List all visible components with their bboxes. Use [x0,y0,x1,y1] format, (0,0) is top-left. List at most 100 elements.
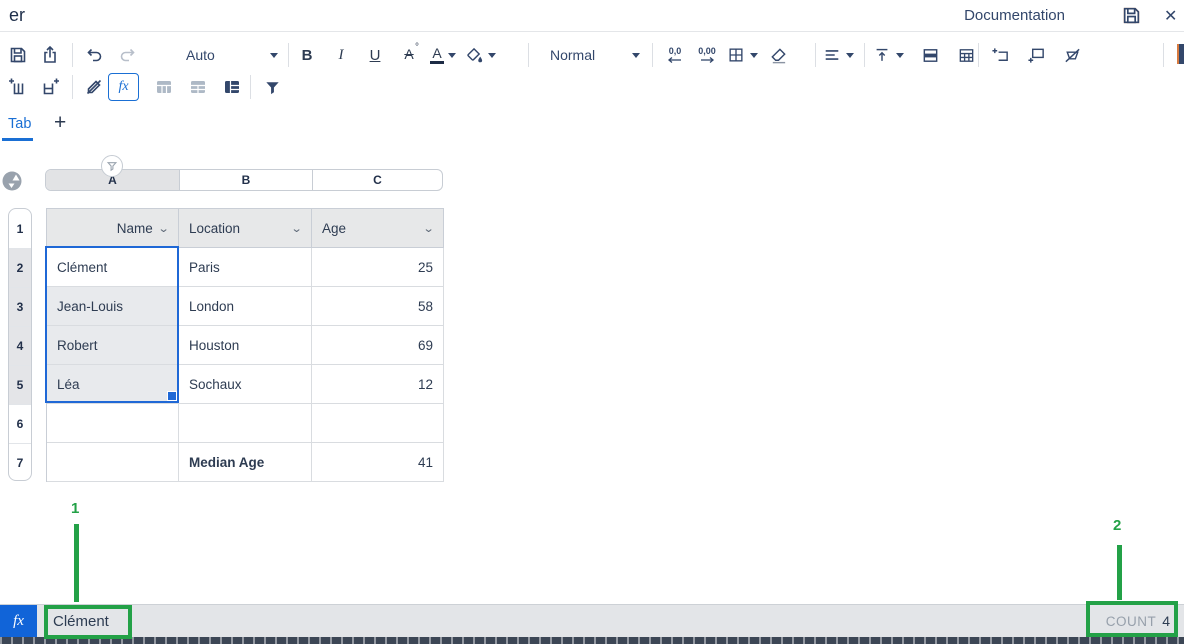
redo-button[interactable] [114,41,142,69]
annotation-1-label: 1 [71,500,79,517]
column-filter-badge[interactable] [101,155,123,177]
cell-c6[interactable] [312,404,444,443]
cell-c7[interactable]: 41 [312,443,444,482]
cell-a7[interactable] [47,443,179,482]
disable-edit-button[interactable] [80,73,108,101]
underline-button[interactable]: U [362,47,388,64]
decrease-decimals-button[interactable]: 0,0 [662,47,688,64]
active-tab-underline [2,138,33,141]
formula-mode-badge[interactable]: fx [0,605,37,637]
save-document-icon[interactable] [1121,5,1142,26]
aggregate-selector[interactable]: COUNT 4 [1106,613,1170,629]
annotation-1-line [74,524,79,602]
text-color-swatch [430,61,444,64]
cell-c3[interactable]: 58 [312,287,444,326]
insert-column-button[interactable] [36,73,64,101]
column-menu-chevron-icon[interactable]: ⌄ [157,222,169,235]
tab-bar: Tab + [0,112,1184,142]
cell-a5[interactable]: Léa [47,365,179,404]
cell-c5[interactable]: 12 [312,365,444,404]
clear-format-button[interactable] [764,41,792,69]
add-tab-button[interactable]: + [54,111,66,135]
insert-row-button[interactable] [4,73,32,101]
vertical-align-button[interactable] [872,40,904,70]
formula-button[interactable]: fx [108,73,139,101]
status-bar: fx Clément COUNT 4 [0,604,1184,637]
clear-cells-button[interactable] [1058,41,1086,69]
cell-b5[interactable]: Sochaux [179,365,312,404]
table-style-header-row-button[interactable] [150,73,178,101]
cell-c4[interactable]: 69 [312,326,444,365]
cell-b3[interactable]: London [179,287,312,326]
table-style-banded-button[interactable] [184,73,212,101]
close-icon[interactable]: ✕ [1164,6,1180,26]
row-header[interactable]: 6 [9,404,31,443]
strikethrough-button[interactable]: A ° [396,46,422,64]
fill-bucket-icon [464,41,484,69]
font-size-select[interactable]: Auto [186,40,278,70]
cell-a4[interactable]: Robert [47,326,179,365]
cell-a1[interactable]: Name ⌄ [47,209,179,248]
fill-handle[interactable] [167,391,177,401]
cell-c2[interactable]: 25 [312,248,444,287]
cell-grid: Name ⌄ Location ⌄ Age ⌄ Clément Paris 25… [46,208,444,482]
cell-a6[interactable] [47,404,179,443]
sheet-tab[interactable]: Tab [8,116,31,132]
borders-button[interactable] [726,40,758,70]
align-left-icon [822,41,842,69]
cell-b1[interactable]: Location ⌄ [179,209,312,248]
cell-b7[interactable]: Median Age [179,443,312,482]
cell-b4[interactable]: Houston [179,326,312,365]
count-label: COUNT [1106,614,1157,629]
count-value: 4 [1162,613,1170,629]
bold-button[interactable]: B [294,47,320,64]
italic-button[interactable]: I [328,47,354,64]
toolbar-divider [815,43,816,67]
row-header[interactable]: 7 [9,443,31,481]
share-button[interactable] [36,41,64,69]
column-header-c[interactable]: C [312,170,442,190]
increase-decimals-button[interactable]: 0,00 [694,47,720,64]
row-header[interactable]: 2 [9,248,31,287]
cell-b2[interactable]: Paris [179,248,312,287]
annotation-2-label: 2 [1113,517,1121,534]
insert-cells-left-button[interactable] [986,41,1014,69]
row-header[interactable]: 3 [9,287,31,326]
save-button[interactable] [4,41,32,69]
row-header[interactable]: 5 [9,365,31,404]
toolbar-overflow-icon[interactable] [1177,44,1184,64]
row-header[interactable]: 1 [9,209,31,248]
table-style-left-column-button[interactable] [218,73,246,101]
text-color-button[interactable]: A [430,40,456,70]
column-menu-chevron-icon[interactable]: ⌄ [422,222,434,235]
horizontal-align-button[interactable] [822,40,854,70]
insert-cells-below-button[interactable] [1022,41,1050,69]
row-header[interactable]: 4 [9,326,31,365]
annotation-2-line [1117,545,1122,600]
documentation-link[interactable]: Documentation [964,7,1065,24]
column-menu-chevron-icon[interactable]: ⌄ [290,222,302,235]
column-header-b[interactable]: B [179,170,312,190]
cell-a2[interactable]: Clément [47,248,179,287]
fill-color-button[interactable] [464,40,496,70]
cell-b6[interactable] [179,404,312,443]
chevron-down-icon [448,53,456,58]
toolbar-divider [528,43,529,67]
cell-style-select[interactable]: Normal [550,40,640,70]
toolbar-divider [978,43,979,67]
merge-cells-button[interactable] [916,41,944,69]
chevron-down-icon [846,53,854,58]
title-bar-right: Documentation ✕ [964,5,1180,26]
split-cells-button[interactable] [952,41,980,69]
cell-a3[interactable]: Jean-Louis [47,287,179,326]
undo-button[interactable] [80,41,108,69]
filter-button[interactable] [258,73,286,101]
document-title: er [9,5,25,26]
align-top-icon [872,41,892,69]
cell-c1[interactable]: Age ⌄ [312,209,444,248]
toolbar-divider [72,75,73,99]
chevron-down-icon [270,53,278,58]
chevron-down-icon [488,53,496,58]
select-all-button[interactable] [2,171,22,191]
cell-style-value: Normal [550,47,595,63]
